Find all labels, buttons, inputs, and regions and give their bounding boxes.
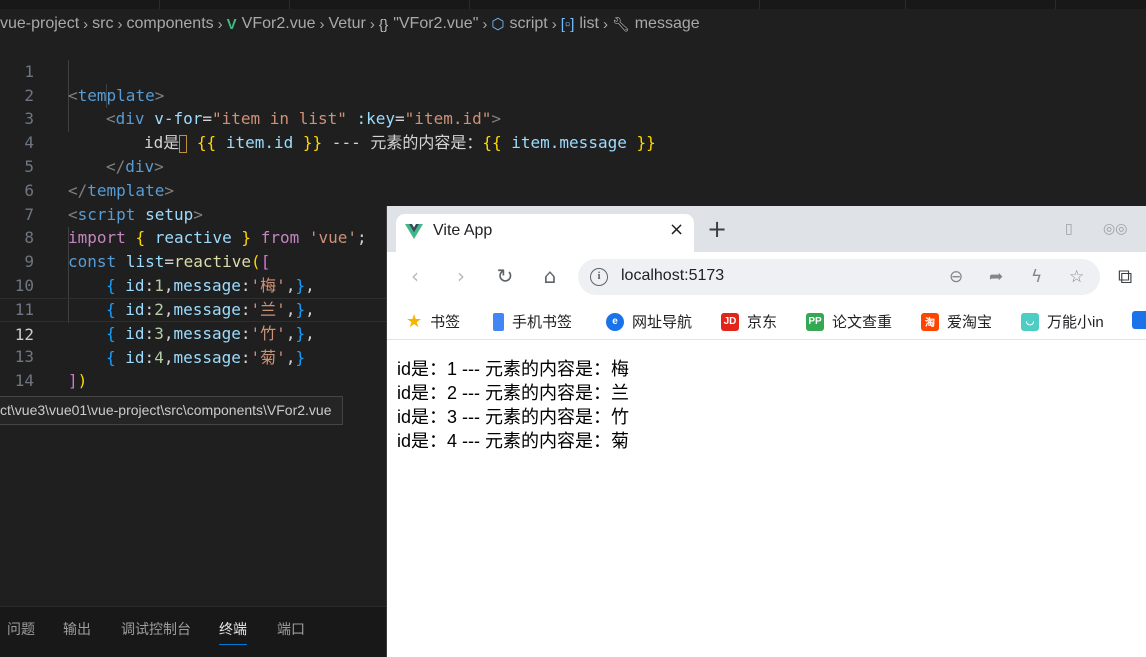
chevron-right-icon: › — [551, 15, 557, 33]
chevron-right-icon: › — [319, 15, 325, 33]
line-content: ]) — [68, 371, 88, 391]
page-content: id是：1 --- 元素的内容是：梅 id是：2 --- 元素的内容是：兰 id… — [387, 341, 1146, 657]
bookmark-item[interactable]: JD 京东 — [721, 311, 777, 332]
editor-tab[interactable] — [290, 0, 470, 9]
editor-tab[interactable] — [470, 0, 760, 9]
address-bar[interactable]: i localhost:5173 ⊖ ➦ ϟ ☆ — [578, 259, 1100, 295]
code-line[interactable]: 3 id是 {{ item.id }} --- 元素的内容是：{{ item.m… — [0, 84, 1146, 153]
taobao-icon: 淘 — [921, 312, 939, 331]
cube-icon: ⬡ — [491, 16, 505, 33]
breadcrumb-component[interactable]: {} "VFor2.vue" — [379, 15, 479, 33]
chevron-right-icon: › — [602, 15, 608, 33]
breadcrumb-project[interactable]: vue-project — [0, 15, 79, 33]
incognito-icon[interactable]: ◎◎ — [1103, 221, 1127, 237]
chevron-right-icon: › — [83, 15, 89, 33]
editor-tab-strip — [0, 0, 1146, 9]
breadcrumb-file[interactable]: V VFor2.vue — [227, 15, 316, 33]
bookmark-item[interactable]: PP 论文查重 — [806, 311, 892, 332]
tab-title: Vite App — [433, 222, 493, 239]
editor-tab[interactable] — [160, 0, 290, 9]
robot-icon: ◡ — [1021, 312, 1039, 331]
star-icon: ★ — [406, 311, 423, 331]
reload-icon[interactable]: ↻ — [491, 262, 519, 290]
bookmark-item[interactable]: 手机书签 — [493, 311, 572, 332]
editor-tab[interactable] — [760, 0, 906, 9]
list-item: id是：1 --- 元素的内容是：梅 — [397, 359, 630, 379]
panel-tab-bar: 问题 输出 调试控制台 终端 端口 — [0, 607, 386, 657]
ie-icon: e — [606, 312, 624, 331]
tab-output[interactable]: 输出 — [63, 619, 91, 639]
extensions-icon[interactable]: ⧉ — [1118, 264, 1132, 288]
code-line[interactable]: 2 <div v-for="item in list" :key="item.i… — [0, 60, 1146, 129]
breadcrumb-script[interactable]: ⬡ script — [491, 15, 547, 33]
site-info-icon[interactable]: i — [590, 268, 608, 286]
code-line[interactable]: 4 </div> — [0, 107, 1146, 176]
bookmark-item[interactable]: ◡ 万能小in — [1021, 311, 1104, 332]
code-line[interactable]: 5 </template> — [0, 131, 1146, 200]
new-tab-button[interactable]: + — [707, 215, 727, 243]
chevron-right-icon: › — [117, 15, 123, 33]
tab-ports[interactable]: 端口 — [277, 619, 305, 639]
bookmarks-bar: ★ 书签 手机书签 e 网址导航 JD 京东 PP 论文查重 淘 爱淘宝 ◡ 万… — [387, 302, 1146, 340]
code-line[interactable]: 7 import { reactive } from 'vue'; — [0, 179, 1146, 248]
list-item: id是：3 --- 元素的内容是：竹 — [397, 407, 630, 427]
vue-file-icon: V — [226, 15, 237, 33]
editor-tab[interactable] — [0, 0, 160, 9]
editor-tab[interactable] — [906, 0, 1056, 9]
url-text[interactable]: localhost:5173 — [621, 267, 724, 285]
browser-toolbar: ‹ › ↻ ⌂ i localhost:5173 ⊖ ➦ ϟ ☆ ⧉ — [387, 252, 1146, 302]
code-line[interactable]: 1 <template> — [0, 36, 1146, 105]
home-icon[interactable]: ⌂ — [536, 262, 564, 290]
browser-tab[interactable]: Vite App × — [396, 214, 694, 252]
share-icon[interactable]: ➦ — [989, 267, 1003, 287]
chevron-right-icon: › — [217, 15, 223, 33]
breadcrumb-message[interactable]: 🔧︎ message — [612, 15, 700, 33]
back-arrow-icon[interactable]: ‹ — [401, 262, 429, 290]
tab-debug-console[interactable]: 调试控制台 — [121, 619, 191, 639]
lightning-icon[interactable]: ϟ — [1031, 267, 1042, 287]
forward-arrow-icon[interactable]: › — [447, 262, 475, 290]
browser-window: Vite App × + ▯ ◎◎ ‹ › ↻ ⌂ i localhost:51… — [386, 206, 1146, 657]
bookmark-overflow-icon — [1132, 311, 1146, 329]
vite-logo-icon — [405, 224, 423, 239]
list-item: id是：4 --- 元素的内容是：菊 — [397, 431, 630, 451]
chevron-right-icon: › — [369, 15, 375, 33]
list-item: id是：2 --- 元素的内容是：兰 — [397, 383, 630, 403]
breadcrumb-vetur[interactable]: Vetur — [328, 15, 365, 33]
browser-titlebar: Vite App × + ▯ ◎◎ — [387, 206, 1146, 252]
jd-icon: JD — [721, 312, 739, 331]
breadcrumb-src[interactable]: src — [92, 15, 113, 33]
bookmark-item[interactable]: 淘 爱淘宝 — [921, 311, 992, 332]
bookmark-item[interactable] — [1132, 311, 1146, 329]
bookmark-item[interactable]: ★ 书签 — [406, 311, 460, 332]
line-number: 14 — [14, 371, 34, 391]
phone-icon — [493, 312, 504, 331]
breadcrumb: vue-project › src › components › V VFor2… — [0, 9, 700, 39]
breadcrumb-list[interactable]: [▫] list — [561, 15, 599, 33]
braces-icon: {} — [378, 16, 389, 32]
star-bookmark-icon[interactable]: ☆ — [1069, 267, 1084, 287]
close-tab-button[interactable]: × — [669, 219, 684, 240]
zoom-out-icon[interactable]: ⊖ — [949, 267, 963, 287]
tab-search-icon[interactable]: ▯ — [1065, 221, 1073, 237]
pp-icon: PP — [806, 312, 824, 331]
breadcrumb-components[interactable]: components — [126, 15, 213, 33]
tab-problems[interactable]: 问题 — [7, 619, 35, 639]
tab-terminal[interactable]: 终端 — [219, 619, 247, 645]
wrench-icon: 🔧︎ — [611, 15, 630, 32]
file-path-tooltip: ct\vue3\vue01\vue-project\src\components… — [0, 396, 343, 425]
array-icon: [▫] — [560, 15, 575, 33]
bookmark-item[interactable]: e 网址导航 — [606, 311, 692, 332]
chevron-right-icon: › — [482, 15, 488, 33]
code-line[interactable]: 6 <script setup> — [0, 155, 1146, 224]
